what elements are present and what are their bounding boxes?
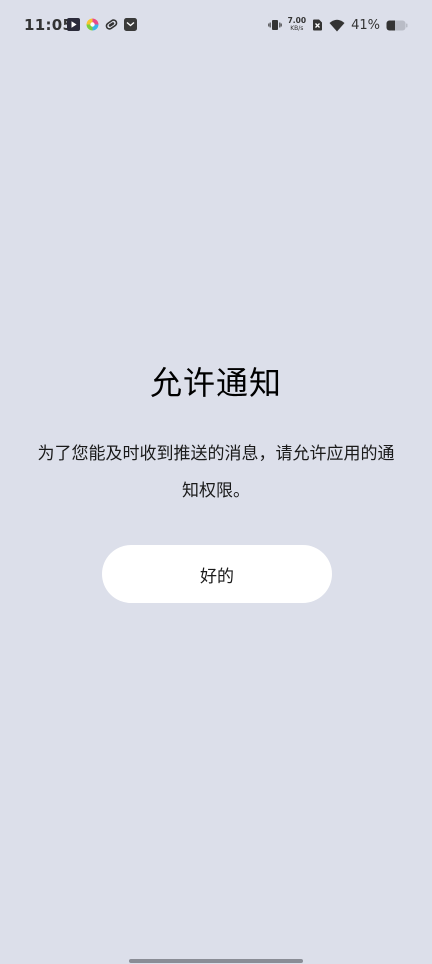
no-sim-icon (313, 19, 323, 31)
home-indicator[interactable] (129, 959, 303, 963)
dialog-message: 为了您能及时收到推送的消息，请允许应用的通知权限。 (37, 444, 395, 501)
mail-app-icon (124, 18, 137, 31)
colorful-app-icon (86, 18, 99, 31)
battery-percent: 41% (351, 17, 380, 33)
dialog-title: 允许通知 (149, 364, 282, 402)
wifi-icon (329, 19, 345, 31)
network-speed: 7.00 KB/s (288, 17, 307, 33)
sync-app-icon (105, 19, 118, 30)
ok-button[interactable]: 好的 (102, 545, 332, 603)
clock: 11:05 (24, 16, 74, 34)
vibrate-icon (267, 20, 282, 30)
battery-icon (386, 20, 408, 30)
media-play-icon (67, 18, 80, 31)
system-icons: 7.00 KB/s 41% (267, 15, 408, 35)
network-speed-value: 7.00 (287, 16, 307, 25)
status-bar: 11:05 7.00 KB/s 41% (0, 0, 432, 50)
notification-icons (67, 18, 137, 31)
network-speed-unit: KB/s (290, 25, 304, 32)
